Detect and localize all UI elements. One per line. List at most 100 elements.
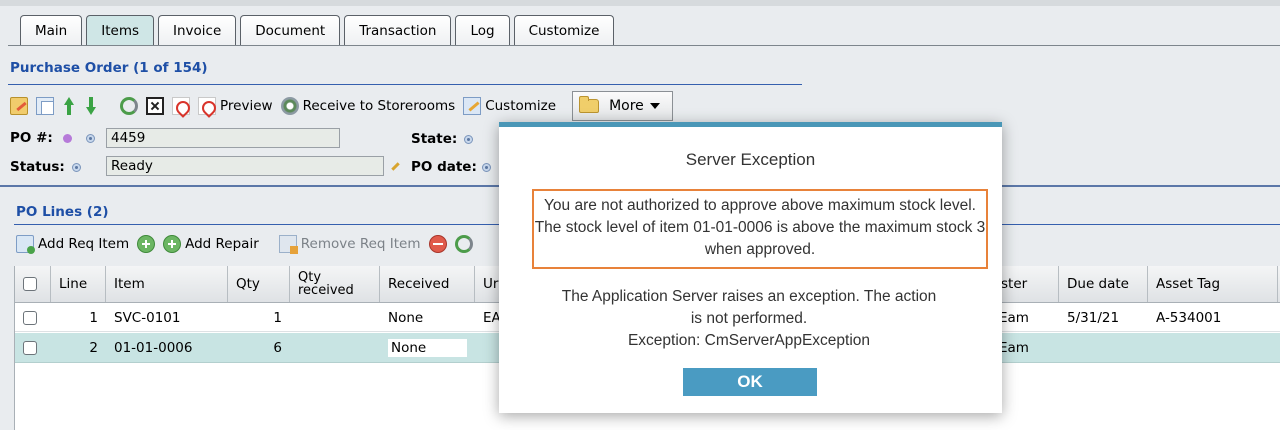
cell-qty: 6 [273, 339, 282, 356]
cancel-button[interactable] [146, 97, 164, 115]
dialog-title: Server Exception [685, 150, 816, 169]
required-icon [63, 134, 72, 143]
arrow-down-icon [84, 97, 98, 115]
tab-log[interactable]: Log [455, 15, 510, 46]
preview-label: Preview [220, 98, 273, 114]
column-header-line[interactable]: Line [51, 266, 106, 302]
plus-circle-icon [163, 235, 182, 253]
refresh-button[interactable] [120, 97, 138, 115]
top-band [0, 0, 1280, 6]
pdf-icon [198, 97, 216, 115]
add-req-label: Add Req Item [38, 236, 130, 252]
receive-button[interactable]: Receive to Storerooms [280, 97, 456, 115]
tab-transaction[interactable]: Transaction [344, 15, 452, 46]
gear-icon [280, 97, 299, 115]
cell-item: 01-01-0006 [114, 339, 193, 356]
column-header-qty-received[interactable]: Qty received [290, 266, 380, 302]
ok-button[interactable]: OK [683, 368, 817, 396]
customize-icon [463, 97, 482, 115]
column-header-asset-tag[interactable]: Asset Tag [1148, 266, 1278, 302]
cell-received: None [380, 333, 475, 362]
main-toolbar: Preview Receive to Storerooms Customize … [10, 91, 673, 121]
po-lines-title: PO Lines (2) [16, 204, 109, 220]
receive-label: Receive to Storerooms [302, 98, 456, 114]
column-header-due-date[interactable]: Due date [1059, 266, 1148, 302]
refresh-icon [454, 235, 473, 253]
tab-divider [8, 45, 1280, 46]
cell-line: 2 [89, 339, 98, 356]
arrow-up-icon [62, 97, 76, 115]
row-select [15, 333, 51, 362]
remove-req-icon [278, 235, 298, 254]
add-repair-button[interactable]: Add Repair [163, 235, 259, 253]
customize-button[interactable]: Customize [463, 97, 556, 115]
column-header-requester[interactable]: ster [993, 266, 1059, 302]
page-title: Purchase Order (1 of 154) [10, 60, 208, 76]
header-select-all [15, 266, 51, 302]
minus-circle-icon [428, 235, 447, 253]
lines-toolbar: Add Req Item Add Repair Remove Req Item [16, 232, 481, 256]
po-date-label: PO date: [411, 159, 477, 175]
add-button[interactable] [137, 235, 156, 253]
pdf-icon [172, 97, 190, 115]
tab-main[interactable]: Main [20, 15, 83, 46]
remove-button[interactable] [428, 235, 447, 253]
cell-asset-tag: A-534001 [1156, 309, 1222, 326]
tab-document[interactable]: Document [240, 15, 341, 46]
move-down-button[interactable] [84, 97, 98, 115]
folder-icon [579, 96, 600, 113]
add-req-icon [16, 235, 35, 254]
copy-button[interactable] [36, 97, 54, 115]
more-button[interactable]: More [572, 91, 673, 121]
refresh-lines-button[interactable] [454, 235, 473, 253]
dialog-error-message: You are not authorized to approve above … [532, 189, 988, 269]
cell-received: None [388, 309, 424, 326]
info-icon [72, 163, 81, 172]
row-checkbox[interactable] [23, 340, 37, 355]
tab-invoice[interactable]: Invoice [158, 15, 237, 46]
title-rule [8, 84, 802, 85]
refresh-icon [120, 97, 138, 115]
po-number-label: PO #: [10, 130, 53, 146]
info-icon [482, 163, 491, 172]
chevron-down-icon [649, 101, 660, 111]
dialog-info: The Application Server raises an excepti… [539, 286, 959, 352]
tab-bar: Main Items Invoice Document Transaction … [20, 15, 618, 46]
column-header-qty[interactable]: Qty [228, 266, 290, 302]
edit-icon [10, 97, 28, 115]
status-field[interactable]: Ready [106, 156, 384, 176]
dialog-info-line: is not performed. [690, 310, 808, 327]
received-select[interactable]: None [388, 338, 467, 357]
select-all-checkbox[interactable] [23, 277, 37, 291]
po-number-field[interactable]: 4459 [106, 128, 340, 148]
plus-circle-icon [137, 235, 156, 253]
column-header-received[interactable]: Received [380, 266, 475, 302]
qty-received-line2: received [298, 283, 354, 298]
customize-label: Customize [485, 98, 557, 114]
dialog-info-line: Exception: CmServerAppException [627, 332, 871, 349]
cell-requester: Eam [999, 339, 1029, 356]
tab-customize[interactable]: Customize [513, 15, 615, 46]
info-icon [86, 134, 95, 143]
close-box-icon [146, 97, 164, 115]
cell-requester: Eam [999, 309, 1029, 326]
state-label: State: [411, 131, 458, 147]
edit-button[interactable] [10, 97, 28, 115]
move-up-button[interactable] [62, 97, 76, 115]
pdf-button[interactable] [172, 97, 190, 115]
info-icon [464, 135, 473, 144]
add-repair-label: Add Repair [185, 236, 259, 252]
row-checkbox[interactable] [23, 310, 37, 325]
tab-items[interactable]: Items [86, 15, 154, 46]
column-header-item[interactable]: Item [106, 266, 228, 302]
add-req-item-button[interactable]: Add Req Item [16, 235, 130, 254]
remove-req-item-button[interactable]: Remove Req Item [278, 235, 421, 254]
cell-qty: 1 [273, 309, 282, 326]
pencil-icon[interactable] [391, 162, 400, 171]
status-label: Status: [10, 159, 65, 175]
remove-req-label: Remove Req Item [300, 236, 421, 252]
more-label: More [609, 98, 644, 114]
preview-button[interactable]: Preview [198, 97, 273, 115]
cell-item: SVC-0101 [114, 309, 181, 326]
copy-icon [36, 97, 54, 115]
